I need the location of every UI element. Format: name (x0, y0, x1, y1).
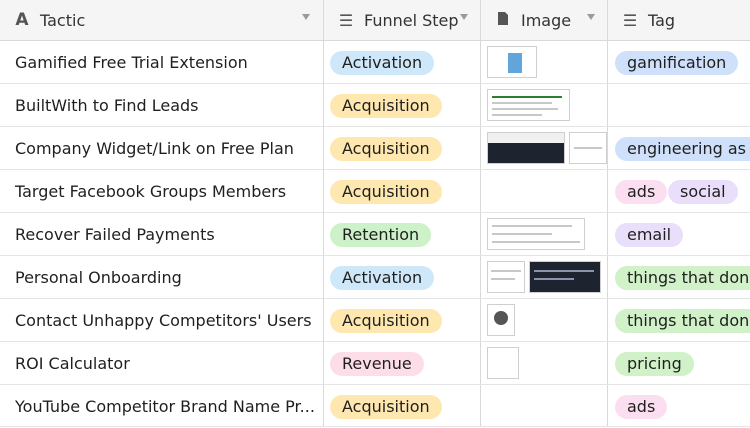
image-thumbnail[interactable] (487, 132, 565, 164)
funnel-step-badge[interactable]: Acquisition (330, 180, 442, 204)
image-thumbnail[interactable] (569, 132, 607, 164)
image-thumbnail[interactable] (487, 261, 525, 293)
image-thumbnail[interactable] (487, 89, 570, 121)
tag-badge[interactable]: email (615, 223, 684, 247)
column-header-funnel-step[interactable]: ☰ Funnel Step (324, 0, 480, 40)
funnel-step-badge[interactable]: Acquisition (330, 395, 442, 419)
funnel-step-badge[interactable]: Revenue (330, 352, 424, 376)
tactic-cell[interactable]: BuiltWith to Find Leads (15, 84, 315, 127)
funnel-step-badge[interactable]: Acquisition (330, 309, 442, 333)
column-header-label: Image (521, 10, 572, 30)
tactic-cell[interactable]: Recover Failed Payments (15, 213, 315, 256)
table-row[interactable]: Recover Failed Payments Retention email (0, 213, 750, 256)
chevron-down-icon[interactable] (302, 14, 310, 20)
image-thumbnail[interactable] (487, 218, 585, 250)
table-row[interactable]: Gamified Free Trial Extension Activation… (0, 41, 750, 84)
column-header-label: Funnel Step (364, 10, 459, 30)
table-row[interactable]: BuiltWith to Find Leads Acquisition (0, 84, 750, 127)
table-row[interactable]: Company Widget/Link on Free Plan Acquisi… (0, 127, 750, 170)
tag-badge[interactable]: ads (615, 395, 668, 419)
tag-badge[interactable]: things that don't (615, 266, 750, 290)
tactic-cell[interactable]: YouTube Competitor Brand Name Pr... (15, 385, 315, 428)
column-header-tag[interactable]: ☰ Tag (608, 0, 750, 40)
table-header: A Tactic ☰ Funnel Step Image ☰ Tag (0, 0, 750, 41)
tactic-cell[interactable]: Target Facebook Groups Members (15, 170, 315, 213)
tactic-cell[interactable]: Personal Onboarding (15, 256, 315, 299)
image-thumbnail[interactable] (487, 347, 519, 379)
tag-badge[interactable]: gamification (615, 51, 739, 75)
image-thumbnail[interactable] (487, 46, 537, 78)
column-header-image[interactable]: Image (481, 0, 607, 40)
table-grid: A Tactic ☰ Funnel Step Image ☰ Tag Gamif… (0, 0, 750, 427)
tag-badge[interactable]: pricing (615, 352, 694, 376)
single-select-icon: ☰ (338, 10, 354, 30)
tactic-cell[interactable]: Contact Unhappy Competitors' Users (15, 299, 315, 342)
table-row[interactable]: Personal Onboarding Activation things th… (0, 256, 750, 299)
tag-badge[interactable]: engineering as m (615, 137, 750, 161)
tactic-cell[interactable]: ROI Calculator (15, 342, 315, 385)
table-row[interactable]: ROI Calculator Revenue pricing (0, 342, 750, 385)
funnel-step-badge[interactable]: Activation (330, 266, 435, 290)
multi-select-icon: ☰ (622, 10, 638, 30)
funnel-step-badge[interactable]: Retention (330, 223, 432, 247)
chevron-down-icon[interactable] (460, 14, 468, 20)
column-header-tactic[interactable]: A Tactic (0, 0, 323, 40)
table-row[interactable]: Target Facebook Groups Members Acquisiti… (0, 170, 750, 213)
table-row[interactable]: Contact Unhappy Competitors' Users Acqui… (0, 299, 750, 342)
funnel-step-badge[interactable]: Activation (330, 51, 435, 75)
text-field-icon: A (15, 10, 29, 30)
attachment-icon (493, 11, 513, 30)
funnel-step-badge[interactable]: Acquisition (330, 137, 442, 161)
tag-badge[interactable]: social (668, 180, 738, 204)
column-header-label: Tactic (40, 10, 86, 30)
tag-badge[interactable]: things that don't (615, 309, 750, 333)
image-thumbnail[interactable] (529, 261, 601, 293)
funnel-step-badge[interactable]: Acquisition (330, 94, 442, 118)
column-header-label: Tag (648, 10, 676, 30)
tactic-cell[interactable]: Company Widget/Link on Free Plan (15, 127, 315, 170)
image-thumbnail[interactable] (487, 304, 515, 336)
tactic-cell[interactable]: Gamified Free Trial Extension (15, 41, 315, 84)
table-row[interactable]: YouTube Competitor Brand Name Pr... Acqu… (0, 385, 750, 427)
tag-badge[interactable]: ads (615, 180, 668, 204)
chevron-down-icon[interactable] (587, 14, 595, 20)
